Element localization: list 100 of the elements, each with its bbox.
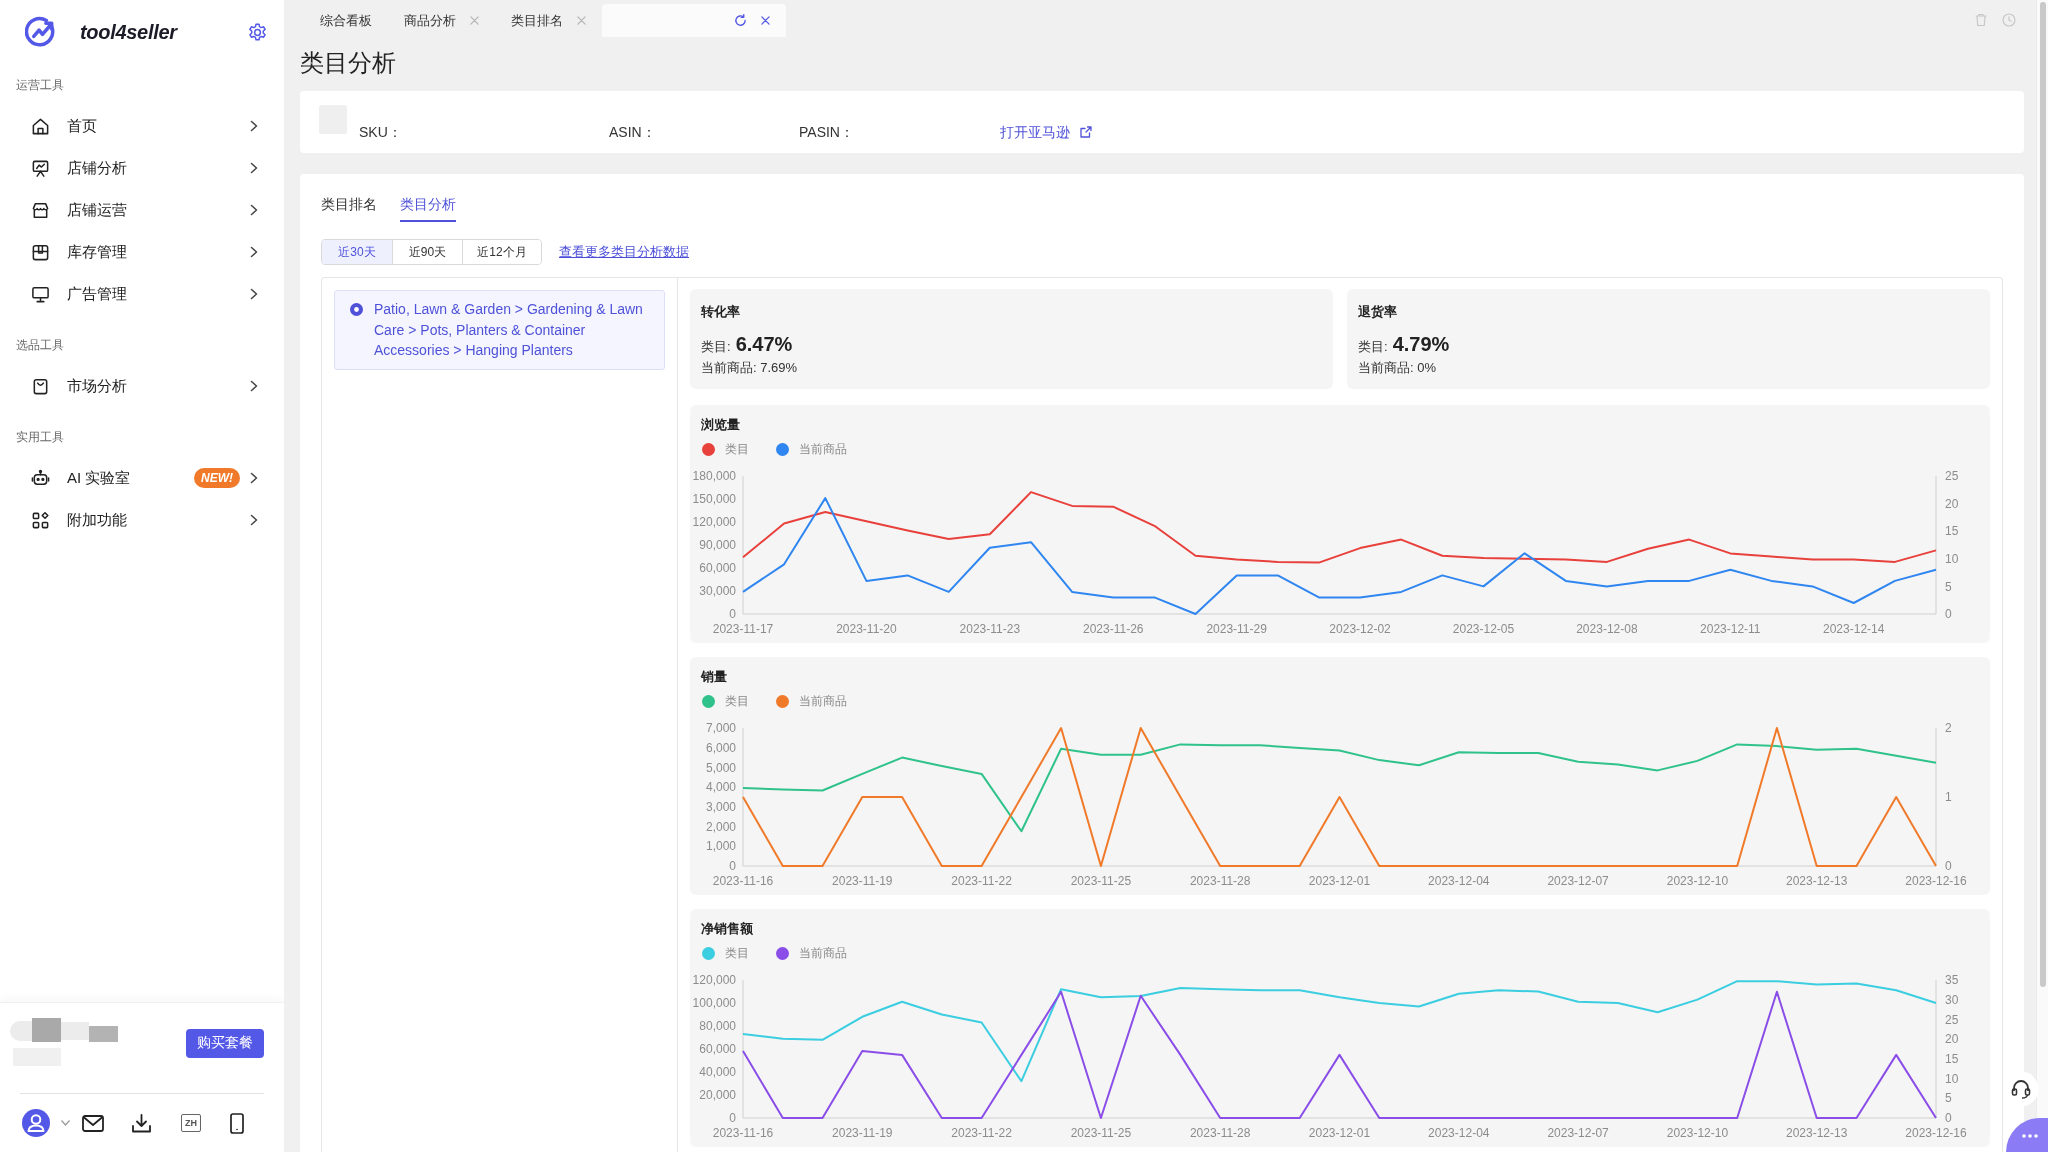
- nav-item[interactable]: 店铺分析: [0, 147, 284, 189]
- axis-tick-label: 30,000: [699, 584, 736, 599]
- axis-tick-label: 2023-12-07: [1547, 874, 1609, 889]
- axis-tick-label: 100,000: [692, 996, 736, 1011]
- axis-tick-label: 4,000: [705, 780, 736, 795]
- axis-tick-label: 2023-12-14: [1823, 622, 1885, 637]
- stat-current-value: 当前商品: 7.69%: [701, 359, 799, 377]
- axis-tick-label: 2023-12-05: [1452, 622, 1515, 637]
- download-icon[interactable]: [132, 1113, 151, 1133]
- brand-name: tool4seller: [80, 20, 177, 44]
- axis-tick-label: 25: [1945, 1012, 1959, 1027]
- axis-tick-label: 2,000: [705, 819, 736, 834]
- legend-label: 类目: [725, 440, 749, 458]
- axis-tick-label: 0: [729, 1111, 736, 1126]
- field-label: PASIN：: [799, 124, 854, 140]
- legend-label: 类目: [725, 692, 749, 710]
- axis-tick-label: 150,000: [692, 492, 736, 507]
- chevron-down-icon[interactable]: [61, 1120, 70, 1126]
- stat-title: 退货率: [1358, 303, 1398, 321]
- axis-tick-label: 2023-12-07: [1547, 1126, 1609, 1141]
- axis-tick-label: 2023-12-01: [1308, 874, 1371, 889]
- chevron-right-icon: [250, 514, 258, 526]
- user-avatar-icon[interactable]: [22, 1109, 50, 1137]
- axis-tick-label: 6,000: [705, 740, 736, 755]
- page-tab[interactable]: 商品分析: [388, 4, 495, 37]
- category-option[interactable]: Patio, Lawn & Garden > Gardening & Lawn Care > Pots, Planters & Container Accessories > Hanging Planters: [334, 290, 665, 370]
- more-data-link[interactable]: 查看更多类目分析数据: [559, 243, 689, 261]
- monitor-icon: [31, 284, 50, 304]
- period-toggle[interactable]: 近12个月: [462, 240, 541, 264]
- axis-tick-label: 80,000: [699, 1019, 736, 1034]
- stat-title: 转化率: [701, 303, 741, 321]
- axis-tick-label: 2023-11-22: [951, 1126, 1012, 1141]
- open-amazon-link[interactable]: 打开亚马逊: [1000, 124, 1092, 140]
- nav-item[interactable]: 附加功能: [0, 499, 284, 541]
- stat-label: 类目:: [1358, 338, 1388, 356]
- nav-item[interactable]: 店铺运营: [0, 189, 284, 231]
- axis-tick-label: 2023-12-08: [1576, 622, 1638, 637]
- chevron-right-icon: [250, 472, 258, 484]
- chart-title: 净销售额: [700, 921, 754, 937]
- axis-tick-label: 60,000: [699, 1042, 736, 1057]
- chart-title: 销量: [699, 669, 728, 685]
- language-button[interactable]: ZH: [181, 1114, 201, 1132]
- axis-tick-label: 2023-12-10: [1666, 874, 1729, 889]
- external-link-icon: [1080, 126, 1092, 138]
- scrollbar[interactable]: [2039, 2, 2046, 987]
- axis-tick-label: 1: [1945, 790, 1952, 805]
- axis-tick-label: 5: [1945, 579, 1952, 594]
- page-tab[interactable]: 类目排名: [495, 4, 602, 37]
- close-icon[interactable]: [761, 16, 770, 25]
- nav-item[interactable]: 首页: [0, 105, 284, 147]
- axis-tick-label: 2023-11-28: [1189, 1126, 1251, 1141]
- axis-tick-label: 180,000: [692, 469, 736, 484]
- axis-tick-label: 0: [729, 607, 736, 622]
- chevron-right-icon: [250, 204, 258, 216]
- nav-item[interactable]: 市场分析: [0, 365, 284, 407]
- axis-tick-label: 2023-12-13: [1786, 1126, 1848, 1141]
- radio-icon[interactable]: [350, 303, 363, 316]
- more-dots-icon: [2022, 1134, 2038, 1138]
- axis-tick-label: 0: [1945, 859, 1952, 874]
- legend-label: 类目: [725, 944, 749, 962]
- mobile-phone-icon[interactable]: [230, 1112, 244, 1134]
- box-icon: [31, 242, 50, 262]
- axis-tick-label: 20: [1945, 496, 1959, 511]
- nav-item[interactable]: AI 实验室 NEW!: [0, 457, 284, 499]
- chevron-right-icon: [250, 162, 258, 174]
- axis-tick-label: 10: [1945, 1071, 1959, 1086]
- settings-icon[interactable]: [247, 21, 268, 43]
- legend-label: 当前商品: [799, 944, 847, 962]
- nav-item[interactable]: 广告管理: [0, 273, 284, 315]
- axis-tick-label: 2023-11-20: [836, 622, 897, 637]
- page-tab[interactable]: 综合看板: [304, 4, 388, 37]
- sub-tab[interactable]: 类目排名: [321, 186, 377, 222]
- axis-tick-label: 2023-11-28: [1189, 874, 1251, 889]
- axis-tick-label: 2023-11-19: [832, 1126, 893, 1141]
- sub-tab[interactable]: 类目分析: [400, 186, 456, 222]
- axis-tick-label: 2023-12-13: [1786, 874, 1848, 889]
- store-icon: [31, 200, 50, 220]
- axis-tick-label: 60,000: [699, 561, 736, 576]
- axis-tick-label: 2023-12-04: [1428, 874, 1490, 889]
- period-toggle[interactable]: 近30天: [322, 240, 392, 264]
- axis-tick-label: 10: [1945, 552, 1959, 566]
- presentation-chart-icon: [31, 158, 50, 178]
- buy-plan-button[interactable]: 购买套餐: [186, 1028, 264, 1058]
- axis-tick-label: 0: [1945, 1111, 1952, 1126]
- axis-tick-label: 3,000: [705, 800, 736, 815]
- chevron-right-icon: [250, 120, 258, 132]
- axis-tick-label: 2023-12-16: [1905, 1126, 1967, 1141]
- home-icon: [31, 116, 50, 136]
- section-heading: 实用工具: [15, 429, 65, 446]
- nav-item[interactable]: 库存管理: [0, 231, 284, 273]
- axis-tick-label: 2023-11-16: [712, 1126, 774, 1141]
- stat-value: 6.47%: [735, 333, 793, 356]
- axis-tick-label: 7,000: [705, 721, 736, 736]
- axis-tick-label: 2023-11-23: [959, 622, 1021, 637]
- axis-tick-label: 2023-12-11: [1700, 622, 1761, 637]
- legend-label: 当前商品: [799, 440, 847, 458]
- refresh-icon[interactable]: [734, 14, 747, 27]
- mail-icon[interactable]: [82, 1114, 104, 1132]
- field-label: ASIN：: [609, 124, 656, 140]
- axis-tick-label: 15: [1945, 524, 1959, 539]
